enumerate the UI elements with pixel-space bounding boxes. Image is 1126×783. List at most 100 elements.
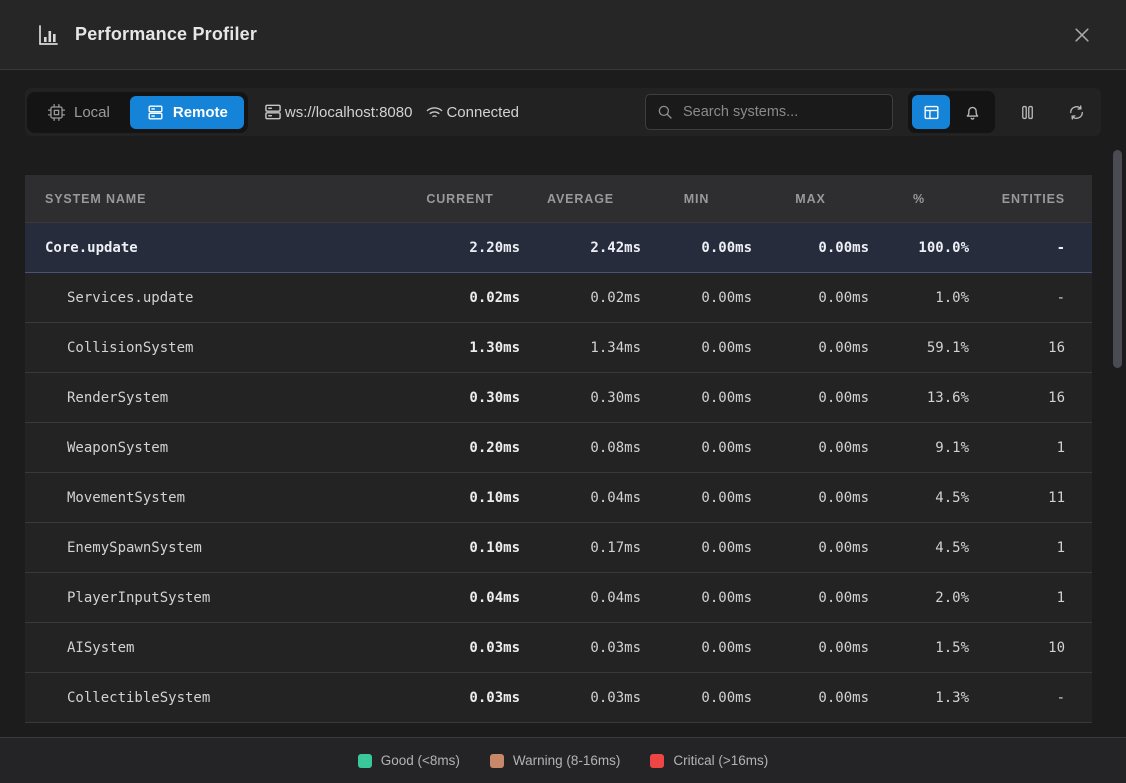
cell-percent: 1.3% <box>869 690 969 706</box>
cell-average: 0.08ms <box>520 440 641 456</box>
cell-min: 0.00ms <box>641 490 752 506</box>
cell-min: 0.00ms <box>641 690 752 706</box>
column-header-min[interactable]: MIN <box>641 192 752 206</box>
table-row[interactable]: AISystem 0.03ms 0.03ms 0.00ms 0.00ms 1.5… <box>25 623 1092 673</box>
server-icon <box>146 103 165 122</box>
cell-min: 0.00ms <box>641 290 752 306</box>
table-row[interactable]: MovementSystem 0.10ms 0.04ms 0.00ms 0.00… <box>25 473 1092 523</box>
alerts-button[interactable] <box>953 95 991 129</box>
cell-average: 0.30ms <box>520 390 641 406</box>
cell-current: 0.20ms <box>400 440 520 456</box>
view-toggle-group <box>908 91 995 133</box>
table-view-button[interactable] <box>912 95 950 129</box>
search-box <box>645 94 893 130</box>
vertical-scrollbar[interactable] <box>1113 150 1122 368</box>
table-header-row: SYSTEM NAME CURRENT AVERAGE MIN MAX % EN… <box>25 175 1092 223</box>
cell-entities: 11 <box>969 490 1065 506</box>
cell-min: 0.00ms <box>641 390 752 406</box>
pause-icon <box>1018 103 1037 122</box>
cell-system-name: MovementSystem <box>25 490 400 506</box>
cell-current: 0.10ms <box>400 540 520 556</box>
cell-percent: 59.1% <box>869 340 969 356</box>
cell-percent: 4.5% <box>869 490 969 506</box>
search-input[interactable] <box>683 104 882 120</box>
table-row[interactable]: CollisionSystem 1.30ms 1.34ms 0.00ms 0.0… <box>25 323 1092 373</box>
cell-max: 0.00ms <box>752 290 869 306</box>
table-row[interactable]: EnemySpawnSystem 0.10ms 0.17ms 0.00ms 0.… <box>25 523 1092 573</box>
refresh-icon <box>1067 103 1086 122</box>
cell-average: 1.34ms <box>520 340 641 356</box>
cell-current: 0.03ms <box>400 690 520 706</box>
table-row[interactable]: Core.update 2.20ms 2.42ms 0.00ms 0.00ms … <box>25 223 1092 273</box>
cell-max: 0.00ms <box>752 690 869 706</box>
cell-average: 0.03ms <box>520 690 641 706</box>
connection-url-text: ws://localhost:8080 <box>285 104 413 121</box>
cell-system-name: RenderSystem <box>25 390 400 406</box>
bell-icon <box>963 103 982 122</box>
cell-system-name: WeaponSystem <box>25 440 400 456</box>
cell-entities: 1 <box>969 540 1065 556</box>
source-toggle-group: Local Remote <box>27 92 248 133</box>
cell-min: 0.00ms <box>641 440 752 456</box>
cell-average: 2.42ms <box>520 240 641 256</box>
remote-toggle-button[interactable]: Remote <box>130 96 244 129</box>
column-header-current[interactable]: CURRENT <box>400 192 520 206</box>
column-header-entities[interactable]: ENTITIES <box>969 192 1065 206</box>
cell-system-name: EnemySpawnSystem <box>25 540 400 556</box>
cell-current: 0.02ms <box>400 290 520 306</box>
cell-entities: - <box>969 290 1065 306</box>
cell-max: 0.00ms <box>752 590 869 606</box>
window-header: Performance Profiler <box>0 0 1126 70</box>
legend-item: Critical (>16ms) <box>650 753 768 768</box>
cell-current: 0.10ms <box>400 490 520 506</box>
cell-max: 0.00ms <box>752 640 869 656</box>
cell-entities: 1 <box>969 590 1065 606</box>
cell-average: 0.04ms <box>520 590 641 606</box>
column-header-average[interactable]: AVERAGE <box>520 192 641 206</box>
legend-item: Good (<8ms) <box>358 753 460 768</box>
cell-percent: 9.1% <box>869 440 969 456</box>
chip-icon <box>47 103 66 122</box>
legend-swatch <box>650 754 664 768</box>
cell-max: 0.00ms <box>752 390 869 406</box>
cell-current: 0.30ms <box>400 390 520 406</box>
cell-system-name: Services.update <box>25 290 400 306</box>
cell-system-name: PlayerInputSystem <box>25 590 400 606</box>
cell-average: 0.02ms <box>520 290 641 306</box>
refresh-button[interactable] <box>1059 95 1093 129</box>
page-title: Performance Profiler <box>75 24 1068 45</box>
table-row[interactable]: RenderSystem 0.30ms 0.30ms 0.00ms 0.00ms… <box>25 373 1092 423</box>
table-row[interactable]: PlayerInputSystem 0.04ms 0.04ms 0.00ms 0… <box>25 573 1092 623</box>
column-header-system-name[interactable]: SYSTEM NAME <box>25 192 400 206</box>
cell-average: 0.17ms <box>520 540 641 556</box>
close-icon[interactable] <box>1068 21 1096 49</box>
cell-entities: 16 <box>969 390 1065 406</box>
connection-status-text: Connected <box>446 104 519 121</box>
table-row[interactable]: WeaponSystem 0.20ms 0.08ms 0.00ms 0.00ms… <box>25 423 1092 473</box>
cell-percent: 1.0% <box>869 290 969 306</box>
local-toggle-button[interactable]: Local <box>31 96 126 129</box>
table-row[interactable]: Services.update 0.02ms 0.02ms 0.00ms 0.0… <box>25 273 1092 323</box>
cell-min: 0.00ms <box>641 340 752 356</box>
column-header-max[interactable]: MAX <box>752 192 869 206</box>
cell-current: 0.03ms <box>400 640 520 656</box>
connection-url: ws://localhost:8080 <box>263 102 413 122</box>
cell-percent: 13.6% <box>869 390 969 406</box>
cell-system-name: CollisionSystem <box>25 340 400 356</box>
table-row[interactable]: CollectibleSystem 0.03ms 0.03ms 0.00ms 0… <box>25 673 1092 723</box>
table-body: Core.update 2.20ms 2.42ms 0.00ms 0.00ms … <box>25 223 1092 723</box>
cell-entities: - <box>969 690 1065 706</box>
cell-min: 0.00ms <box>641 240 752 256</box>
table-layout-icon <box>922 103 941 122</box>
local-toggle-label: Local <box>74 104 110 121</box>
cell-system-name: AISystem <box>25 640 400 656</box>
cell-current: 1.30ms <box>400 340 520 356</box>
server-icon <box>263 102 283 122</box>
systems-table: SYSTEM NAME CURRENT AVERAGE MIN MAX % EN… <box>25 175 1092 723</box>
column-header-percent[interactable]: % <box>869 192 969 206</box>
legend-label: Good (<8ms) <box>381 753 460 768</box>
remote-toggle-label: Remote <box>173 104 228 121</box>
pause-button[interactable] <box>1010 95 1044 129</box>
cell-min: 0.00ms <box>641 590 752 606</box>
cell-system-name: Core.update <box>25 240 400 256</box>
